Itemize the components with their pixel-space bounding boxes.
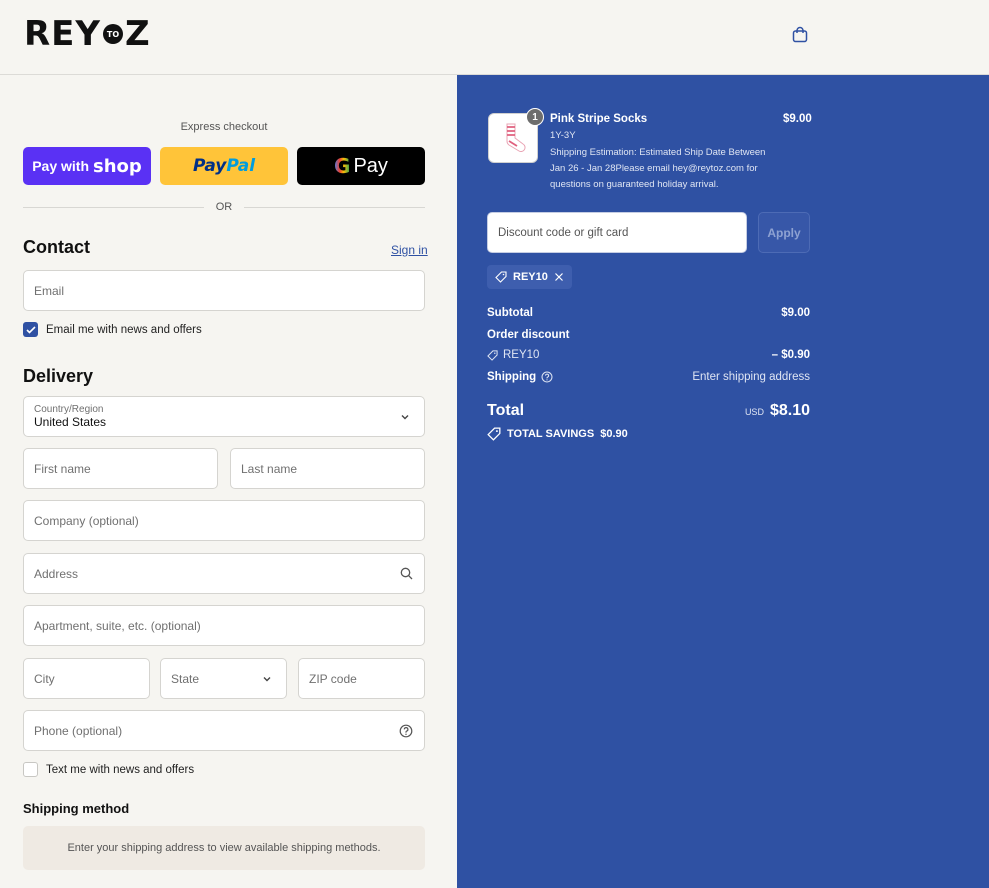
text-news-label: Text me with news and offers bbox=[46, 763, 195, 776]
total-row: Total USD $8.10 bbox=[487, 402, 810, 420]
logo-text-z: Z bbox=[125, 14, 151, 54]
email-placeholder: Email bbox=[34, 283, 65, 298]
order-discount-label: Order discount bbox=[487, 329, 570, 341]
shop-pay-brand: shop bbox=[93, 155, 142, 177]
email-news-checkbox[interactable]: Email me with news and offers bbox=[23, 322, 202, 337]
or-divider: OR bbox=[23, 201, 425, 213]
shipping-value: Enter shipping address bbox=[692, 371, 810, 383]
delivery-heading: Delivery bbox=[23, 366, 94, 386]
chevron-down-icon bbox=[263, 677, 271, 682]
city-field[interactable]: City bbox=[23, 658, 150, 699]
checkbox-checked-icon[interactable] bbox=[23, 322, 38, 337]
shipping-method-heading: Shipping method bbox=[23, 801, 130, 816]
subtotal-row: Subtotal $9.00 bbox=[487, 307, 810, 319]
total-label: Total bbox=[487, 402, 525, 419]
last-name-placeholder: Last name bbox=[241, 461, 298, 476]
discount-code-label: REY10 bbox=[503, 349, 540, 361]
discount-code-field[interactable]: Discount code or gift card bbox=[487, 212, 747, 253]
applied-discount-tag: REY10 bbox=[487, 265, 572, 289]
paypal-button[interactable]: Pay Pal bbox=[160, 147, 288, 185]
discount-placeholder: Discount code or gift card bbox=[498, 226, 629, 239]
country-label: Country/Region bbox=[34, 404, 104, 415]
apply-discount-button[interactable]: Apply bbox=[758, 212, 810, 253]
contact-heading: Contact bbox=[23, 237, 90, 257]
paypal-logo-pal: Pal bbox=[226, 156, 256, 176]
product-name: Pink Stripe Socks bbox=[550, 113, 648, 125]
zip-placeholder: ZIP code bbox=[309, 671, 357, 686]
savings-value: $0.90 bbox=[600, 428, 628, 440]
zip-field[interactable]: ZIP code bbox=[298, 658, 425, 699]
help-circle-icon[interactable] bbox=[398, 723, 414, 739]
country-select[interactable]: Country/Region United States bbox=[23, 396, 425, 437]
logo-text-rey: REY bbox=[24, 14, 102, 54]
discount-value: – $0.90 bbox=[771, 349, 810, 361]
state-select[interactable]: State bbox=[160, 658, 287, 699]
checkbox-unchecked-icon[interactable] bbox=[23, 762, 38, 777]
site-header: REY TO Z bbox=[0, 0, 989, 75]
tag-icon bbox=[487, 427, 501, 441]
total-value: $8.10 bbox=[769, 402, 810, 419]
google-pay-label: Pay bbox=[353, 154, 388, 177]
or-text: OR bbox=[215, 201, 233, 213]
product-price: $9.00 bbox=[783, 113, 812, 125]
email-news-label: Email me with news and offers bbox=[46, 323, 202, 336]
email-field[interactable]: Email bbox=[23, 270, 425, 311]
total-savings: TOTAL SAVINGS $0.90 bbox=[487, 427, 628, 441]
apartment-placeholder: Apartment, suite, etc. (optional) bbox=[34, 618, 201, 633]
applied-code-text: REY10 bbox=[513, 271, 548, 283]
cart-button[interactable] bbox=[790, 24, 810, 44]
shop-pay-button[interactable]: Pay with shop bbox=[23, 147, 151, 185]
quantity-badge: 1 bbox=[526, 108, 544, 126]
last-name-field[interactable]: Last name bbox=[230, 448, 425, 489]
city-placeholder: City bbox=[34, 671, 55, 686]
shipping-label: Shipping bbox=[487, 371, 537, 383]
address-field[interactable]: Address bbox=[23, 553, 425, 594]
first-name-field[interactable]: First name bbox=[23, 448, 218, 489]
phone-placeholder: Phone (optional) bbox=[34, 723, 123, 738]
discount-line-row: REY10 – $0.90 bbox=[487, 349, 810, 361]
country-value: United States bbox=[34, 415, 107, 429]
paypal-logo-pay: Pay bbox=[192, 156, 227, 176]
shipping-method-message: Enter your shipping address to view avai… bbox=[23, 826, 425, 870]
subtotal-value: $9.00 bbox=[781, 307, 810, 319]
tag-icon bbox=[487, 349, 498, 361]
first-name-placeholder: First name bbox=[34, 461, 91, 476]
product-variant: 1Y-3Y bbox=[550, 130, 576, 141]
subtotal-label: Subtotal bbox=[487, 307, 533, 319]
tag-icon bbox=[495, 271, 507, 283]
shopping-bag-icon bbox=[792, 26, 808, 42]
socks-image-icon bbox=[506, 123, 526, 152]
shipping-row: Shipping Enter shipping address bbox=[487, 371, 810, 383]
company-field[interactable]: Company (optional) bbox=[23, 500, 425, 541]
shop-pay-prefix: Pay with bbox=[32, 158, 89, 174]
store-logo[interactable]: REY TO Z bbox=[24, 14, 151, 54]
help-circle-icon[interactable] bbox=[541, 371, 553, 383]
order-discount-row: Order discount bbox=[487, 329, 810, 341]
google-pay-button[interactable]: G Pay bbox=[297, 147, 425, 185]
sign-in-link[interactable]: Sign in bbox=[391, 243, 428, 257]
google-g-icon: G bbox=[334, 154, 351, 178]
remove-discount-icon[interactable] bbox=[554, 272, 564, 282]
savings-label: TOTAL SAVINGS bbox=[507, 428, 595, 440]
express-checkout-label: Express checkout bbox=[180, 121, 268, 133]
order-summary-panel: 1 Pink Stripe Socks 1Y-3Y Shipping Estim… bbox=[457, 75, 989, 888]
text-news-checkbox[interactable]: Text me with news and offers bbox=[23, 762, 194, 777]
logo-text-to: TO bbox=[103, 24, 124, 44]
search-icon[interactable] bbox=[398, 566, 414, 582]
phone-field[interactable]: Phone (optional) bbox=[23, 710, 425, 751]
product-shipping-note: Shipping Estimation: Estimated Ship Date… bbox=[550, 147, 766, 190]
chevron-down-icon bbox=[401, 415, 409, 420]
shipping-message-text: Enter your shipping address to view avai… bbox=[67, 842, 381, 854]
checkout-form-panel: Express checkout Pay with shop Pay Pal G … bbox=[0, 75, 457, 888]
company-placeholder: Company (optional) bbox=[34, 513, 139, 528]
apartment-field[interactable]: Apartment, suite, etc. (optional) bbox=[23, 605, 425, 646]
currency-code: USD bbox=[744, 407, 764, 417]
address-placeholder: Address bbox=[34, 566, 79, 581]
